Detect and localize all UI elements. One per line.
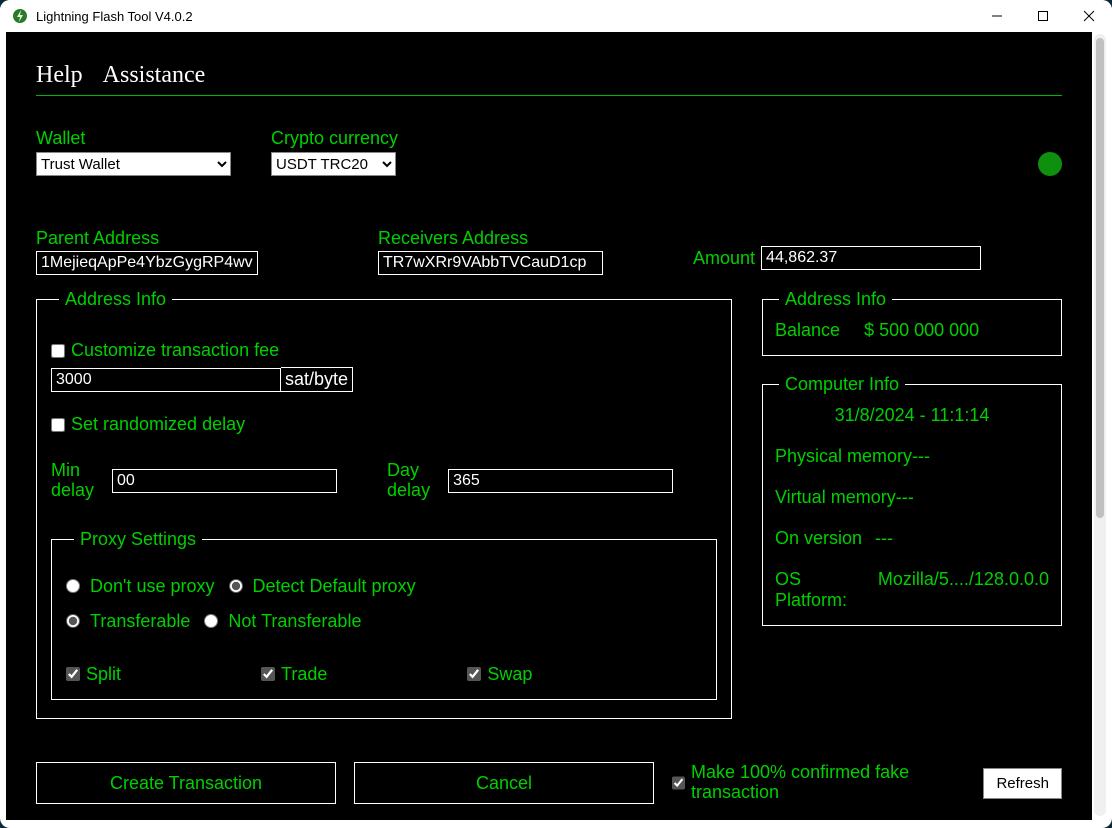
balance-label: Balance	[775, 320, 840, 341]
os-platform-val: Mozilla/5..../128.0.0.0	[878, 569, 1049, 611]
virt-mem-key: Virtual memory	[775, 487, 896, 508]
address-info-legend: Address Info	[59, 289, 172, 310]
transferable-radio[interactable]	[66, 614, 80, 628]
random-delay-checkbox[interactable]	[51, 418, 65, 432]
balance-fieldset: Address Info Balance $ 500 000 000	[762, 289, 1062, 356]
menu-help[interactable]: Help	[36, 62, 83, 89]
day-delay-label: Daydelay	[387, 461, 430, 501]
swap-checkbox[interactable]	[467, 667, 481, 681]
customize-fee-checkbox[interactable]	[51, 344, 65, 358]
receiver-address-input[interactable]	[378, 251, 603, 275]
trade-checkbox[interactable]	[261, 667, 275, 681]
random-delay-label: Set randomized delay	[71, 414, 245, 435]
app-icon	[12, 8, 28, 24]
confirm-fake-checkbox[interactable]	[672, 776, 685, 790]
window-title: Lightning Flash Tool V4.0.2	[36, 9, 193, 24]
menu-bar: Help Assistance	[36, 62, 1062, 96]
detect-proxy-radio[interactable]	[229, 579, 243, 593]
proxy-legend: Proxy Settings	[74, 529, 202, 550]
min-delay-label: Mindelay	[51, 461, 94, 501]
crypto-select[interactable]: USDT TRC20	[271, 152, 396, 176]
menu-assistance[interactable]: Assistance	[103, 62, 206, 89]
trade-label: Trade	[281, 664, 327, 685]
on-version-val: ---	[875, 528, 893, 549]
create-transaction-button[interactable]: Create Transaction	[36, 762, 336, 804]
scroll-thumb[interactable]	[1096, 38, 1104, 518]
dont-use-proxy-label: Don't use proxy	[90, 576, 215, 597]
not-transferable-label: Not Transferable	[228, 611, 361, 632]
address-info-fieldset: Address Info Customize transaction fee s…	[36, 289, 732, 719]
os-platform-key: OS Platform:	[775, 569, 878, 611]
split-label: Split	[86, 664, 121, 685]
wallet-select[interactable]: Trust Wallet	[36, 152, 231, 176]
parent-address-label: Parent Address	[36, 228, 258, 249]
swap-label: Swap	[487, 664, 532, 685]
refresh-button[interactable]: Refresh	[983, 768, 1062, 799]
split-checkbox[interactable]	[66, 667, 80, 681]
balance-legend: Address Info	[779, 289, 892, 310]
fee-input[interactable]	[51, 368, 281, 392]
dont-use-proxy-radio[interactable]	[66, 579, 80, 593]
on-version-key: On version	[775, 528, 875, 549]
confirm-fake-label: Make 100% confirmed fake transaction	[691, 763, 965, 803]
fee-unit-label: sat/byte	[281, 367, 353, 392]
min-delay-input[interactable]	[112, 469, 337, 493]
minimize-button[interactable]	[974, 0, 1020, 32]
not-transferable-radio[interactable]	[204, 614, 218, 628]
wallet-label: Wallet	[36, 128, 231, 149]
computer-info-fieldset: Computer Info 31/8/2024 - 11:1:14 Physic…	[762, 374, 1062, 626]
client-area: Help Assistance Wallet Trust Wallet Cryp…	[6, 32, 1092, 820]
app-window: Lightning Flash Tool V4.0.2 Help Assista…	[0, 0, 1112, 828]
proxy-settings-fieldset: Proxy Settings Don't use proxy Detect De…	[51, 529, 717, 700]
computer-datetime: 31/8/2024 - 11:1:14	[775, 405, 1049, 426]
receiver-address-label: Receivers Address	[378, 228, 603, 249]
phys-mem-val: ---	[912, 446, 930, 467]
virt-mem-val: ---	[896, 487, 914, 508]
crypto-label: Crypto currency	[271, 128, 398, 149]
close-button[interactable]	[1066, 0, 1112, 32]
transferable-label: Transferable	[90, 611, 190, 632]
computer-legend: Computer Info	[779, 374, 905, 395]
vertical-scrollbar[interactable]	[1094, 34, 1106, 816]
cancel-button[interactable]: Cancel	[354, 762, 654, 804]
parent-address-input[interactable]	[36, 251, 258, 275]
amount-label: Amount	[693, 248, 755, 269]
balance-value: $ 500 000 000	[864, 320, 979, 341]
titlebar: Lightning Flash Tool V4.0.2	[0, 0, 1112, 32]
customize-fee-label: Customize transaction fee	[71, 340, 279, 361]
status-indicator-icon	[1038, 152, 1062, 176]
maximize-button[interactable]	[1020, 0, 1066, 32]
amount-input[interactable]	[761, 246, 981, 270]
day-delay-input[interactable]	[448, 469, 673, 493]
phys-mem-key: Physical memory	[775, 446, 912, 467]
detect-proxy-label: Detect Default proxy	[253, 576, 416, 597]
